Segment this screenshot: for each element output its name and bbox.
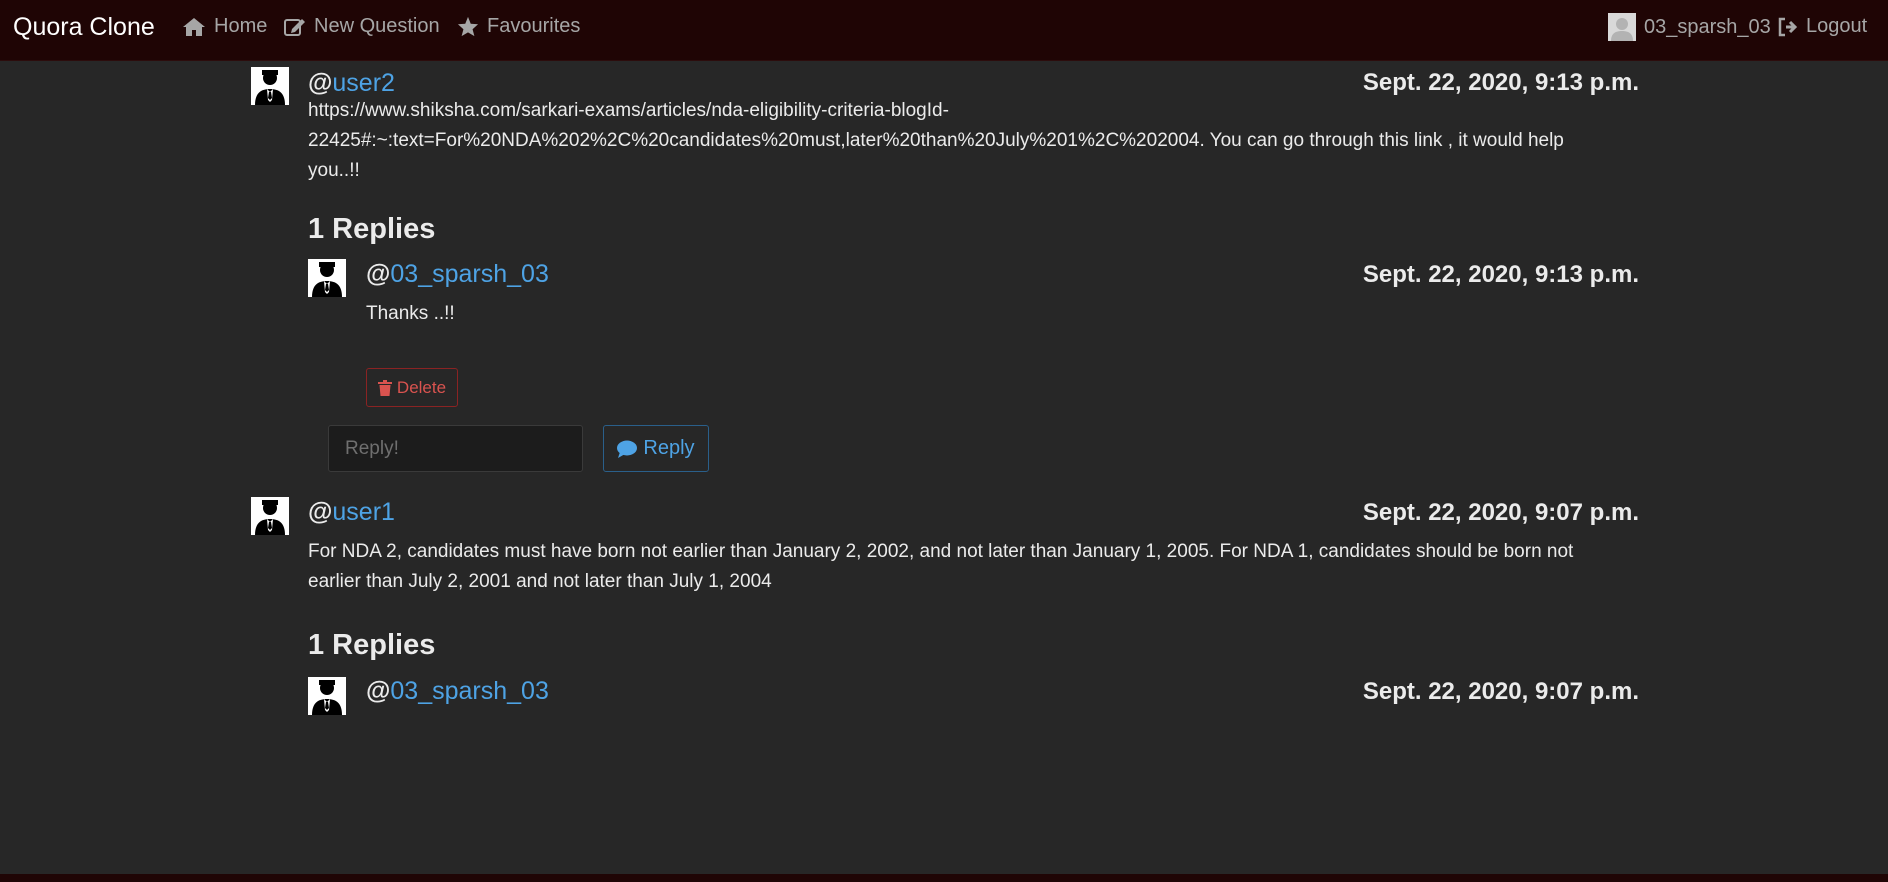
author-link[interactable]: user2 bbox=[332, 69, 395, 97]
nav-favourites-label: Favourites bbox=[487, 15, 581, 37]
answer-text-line: 22425#:~:text=For%20NDA%202%2C%20candida… bbox=[308, 130, 1564, 151]
nav-favourites[interactable]: Favourites bbox=[457, 15, 580, 38]
answer-author: @user2 bbox=[308, 69, 395, 98]
replies-heading: 1 Replies bbox=[308, 629, 436, 661]
nav-username: 03_sparsh_03 bbox=[1644, 15, 1771, 38]
answer-author: @user1 bbox=[308, 498, 395, 527]
nav-logout-label: Logout bbox=[1806, 15, 1868, 37]
author-link[interactable]: 03_sparsh_03 bbox=[390, 677, 548, 705]
replies-heading: 1 Replies bbox=[308, 213, 436, 245]
reply-input[interactable] bbox=[328, 425, 583, 472]
businessman-icon bbox=[251, 497, 289, 535]
logout-icon bbox=[1778, 17, 1798, 36]
edit-icon bbox=[284, 18, 305, 36]
nav-home[interactable]: Home bbox=[182, 15, 267, 38]
delete-label: Delete bbox=[396, 377, 447, 397]
answer-text-line: you..!! bbox=[308, 160, 360, 181]
author-link[interactable]: 03_sparsh_03 bbox=[390, 260, 548, 288]
at-symbol: @ bbox=[308, 69, 333, 97]
answer-avatar bbox=[251, 497, 289, 535]
answer-timestamp: Sept. 22, 2020, 9:13 p.m. bbox=[1362, 69, 1639, 96]
reply-button-label: Reply bbox=[643, 437, 695, 459]
answer-avatar bbox=[251, 67, 289, 105]
answer-text: https://www.shiksha.com/sarkari-exams/ar… bbox=[308, 96, 1648, 186]
reply-text: Thanks ..!! bbox=[366, 303, 455, 324]
reply-timestamp: Sept. 22, 2020, 9:07 p.m. bbox=[1362, 678, 1639, 705]
reply-timestamp: Sept. 22, 2020, 9:13 p.m. bbox=[1362, 261, 1639, 288]
home-icon bbox=[183, 17, 205, 36]
answer-text-line: For NDA 2, candidates must have born not… bbox=[308, 541, 1574, 562]
answer-text: For NDA 2, candidates must have born not… bbox=[308, 537, 1668, 597]
nav-logout[interactable]: Logout bbox=[1778, 15, 1867, 38]
answers-list: @user2 Sept. 22, 2020, 9:13 p.m. https:/… bbox=[0, 61, 1888, 874]
user-silhouette-icon bbox=[1608, 13, 1636, 41]
at-symbol: @ bbox=[366, 677, 391, 705]
nav-new-question[interactable]: New Question bbox=[284, 15, 440, 38]
bottom-bar bbox=[0, 874, 1888, 882]
reply-author: @03_sparsh_03 bbox=[366, 260, 549, 289]
businessman-icon bbox=[251, 67, 289, 105]
businessman-icon bbox=[308, 259, 346, 297]
brand-logo[interactable]: Quora Clone bbox=[13, 13, 155, 42]
at-symbol: @ bbox=[308, 498, 333, 526]
reply-author: @03_sparsh_03 bbox=[366, 677, 549, 706]
comment-icon bbox=[617, 440, 638, 458]
trash-icon bbox=[377, 379, 392, 396]
star-icon bbox=[457, 16, 479, 37]
user-avatar bbox=[1608, 13, 1636, 41]
delete-button[interactable]: Delete bbox=[366, 368, 458, 407]
answer-timestamp: Sept. 22, 2020, 9:07 p.m. bbox=[1362, 499, 1639, 526]
reply-avatar bbox=[308, 259, 346, 297]
nav-home-label: Home bbox=[214, 15, 268, 37]
reply-avatar bbox=[308, 677, 346, 715]
navbar: Quora Clone Home New Question Favourites… bbox=[0, 0, 1888, 61]
answer-text-line: earlier than July 2, 2001 and not later … bbox=[308, 571, 772, 592]
nav-new-question-label: New Question bbox=[314, 15, 440, 37]
author-link[interactable]: user1 bbox=[332, 498, 395, 526]
at-symbol: @ bbox=[366, 260, 391, 288]
answer-text-line: https://www.shiksha.com/sarkari-exams/ar… bbox=[308, 100, 949, 121]
businessman-icon bbox=[308, 677, 346, 715]
reply-button[interactable]: Reply bbox=[603, 425, 709, 472]
nav-user-profile[interactable]: 03_sparsh_03 bbox=[1608, 13, 1771, 41]
